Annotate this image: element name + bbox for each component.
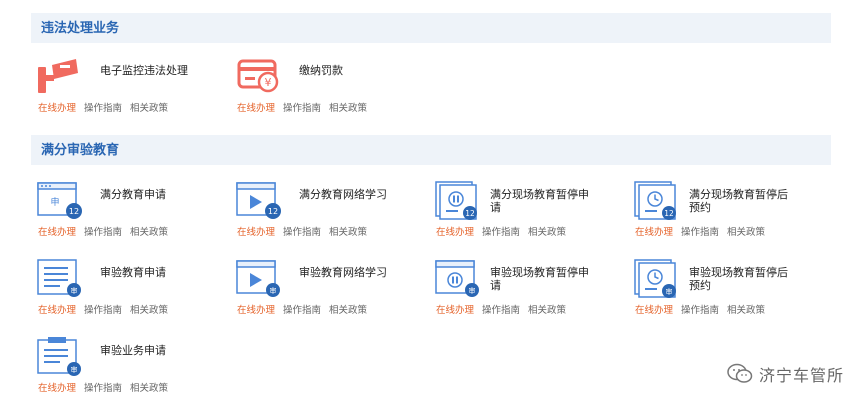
- service-item-full-score-pause-application[interactable]: 12 满分现场教育暂停申请 在线办理 操作指南 相关政策: [432, 181, 622, 241]
- badge-review: 审: [666, 287, 673, 296]
- related-policy-link[interactable]: 相关政策: [130, 227, 168, 238]
- service-item-review-pause-appointment[interactable]: 审 审验现场教育暂停后预约 在线办理 操作指南 相关政策: [631, 259, 821, 319]
- badge-12: 12: [664, 209, 674, 218]
- online-process-link[interactable]: 在线办理: [38, 103, 76, 114]
- operation-guide-link[interactable]: 操作指南: [482, 305, 520, 316]
- online-process-link[interactable]: 在线办理: [38, 305, 76, 316]
- online-process-link[interactable]: 在线办理: [237, 103, 275, 114]
- operation-guide-link[interactable]: 操作指南: [283, 305, 321, 316]
- operation-guide-link[interactable]: 操作指南: [84, 383, 122, 394]
- badge-12: 12: [69, 207, 79, 216]
- pause-icon: 12: [435, 181, 477, 220]
- online-process-link[interactable]: 在线办理: [38, 383, 76, 394]
- operation-guide-link[interactable]: 操作指南: [84, 103, 122, 114]
- section-title: 违法处理业务: [41, 20, 120, 35]
- service-item-full-score-application[interactable]: 申 12 满分教育申请 在线办理 操作指南 相关政策: [34, 181, 224, 241]
- service-item-pay-fine[interactable]: ¥ 缴纳罚款 在线办理 操作指南 相关政策: [233, 57, 423, 117]
- service-title: 审验现场教育暂停后预约: [689, 267, 788, 292]
- online-process-link[interactable]: 在线办理: [38, 227, 76, 238]
- online-process-link[interactable]: 在线办理: [237, 227, 275, 238]
- service-title: 满分现场教育暂停申请: [490, 189, 589, 214]
- badge-12: 12: [465, 209, 475, 218]
- related-policy-link[interactable]: 相关政策: [727, 227, 765, 238]
- related-policy-link[interactable]: 相关政策: [130, 305, 168, 316]
- clipboard-icon: 审: [37, 337, 81, 376]
- operation-guide-link[interactable]: 操作指南: [84, 305, 122, 316]
- related-policy-link[interactable]: 相关政策: [727, 305, 765, 316]
- badge-review: 审: [71, 365, 78, 374]
- section-header-education: 满分审验教育: [31, 135, 831, 165]
- application-window-icon: 申 12: [37, 182, 82, 219]
- service-item-full-score-online-study[interactable]: 12 满分教育网络学习 在线办理 操作指南 相关政策: [233, 181, 423, 241]
- service-title: 满分教育网络学习: [299, 189, 387, 201]
- section-title: 满分审验教育: [41, 142, 120, 157]
- svg-text:¥: ¥: [265, 76, 272, 89]
- document-lines-icon: 审: [37, 259, 81, 297]
- related-policy-link[interactable]: 相关政策: [528, 227, 566, 238]
- service-title: 审验教育申请: [100, 267, 166, 279]
- video-play-icon: 12: [236, 182, 281, 219]
- service-title: 审验现场教育暂停申请: [490, 267, 589, 292]
- badge-review: 审: [469, 286, 476, 295]
- service-item-review-business-application[interactable]: 审 审验业务申请 在线办理 操作指南 相关政策: [34, 337, 224, 397]
- online-process-link[interactable]: 在线办理: [635, 227, 673, 238]
- operation-guide-link[interactable]: 操作指南: [283, 103, 321, 114]
- online-process-link[interactable]: 在线办理: [635, 305, 673, 316]
- watermark-text: 济宁车管所: [758, 368, 844, 385]
- related-policy-link[interactable]: 相关政策: [329, 227, 367, 238]
- video-play-icon: 审: [236, 260, 280, 297]
- operation-guide-link[interactable]: 操作指南: [681, 227, 719, 238]
- service-item-review-pause-application[interactable]: 审 审验现场教育暂停申请 在线办理 操作指南 相关政策: [432, 259, 622, 319]
- pause-icon: 审: [435, 260, 479, 297]
- related-policy-link[interactable]: 相关政策: [130, 383, 168, 394]
- related-policy-link[interactable]: 相关政策: [329, 305, 367, 316]
- service-item-review-education-application[interactable]: 审 审验教育申请 在线办理 操作指南 相关政策: [34, 259, 224, 319]
- clock-icon: 审: [634, 259, 676, 298]
- icon-glyph: 申: [50, 196, 59, 208]
- related-policy-link[interactable]: 相关政策: [329, 103, 367, 114]
- clock-icon: 12: [634, 181, 676, 220]
- online-process-link[interactable]: 在线办理: [436, 305, 474, 316]
- service-item-electronic-monitoring[interactable]: 电子监控违法处理 在线办理 操作指南 相关政策: [34, 57, 224, 117]
- operation-guide-link[interactable]: 操作指南: [84, 227, 122, 238]
- online-process-link[interactable]: 在线办理: [436, 227, 474, 238]
- badge-review: 审: [71, 286, 78, 295]
- related-policy-link[interactable]: 相关政策: [528, 305, 566, 316]
- online-process-link[interactable]: 在线办理: [237, 305, 275, 316]
- section-header-violation: 违法处理业务: [31, 13, 831, 43]
- service-title: 审验教育网络学习: [299, 267, 387, 279]
- badge-12: 12: [268, 207, 278, 216]
- wechat-icon: [727, 363, 753, 383]
- service-title: 审验业务申请: [100, 345, 166, 357]
- badge-review: 审: [270, 286, 277, 295]
- operation-guide-link[interactable]: 操作指南: [681, 305, 719, 316]
- service-title: 满分教育申请: [100, 189, 166, 201]
- camera-icon: [38, 59, 78, 93]
- related-policy-link[interactable]: 相关政策: [130, 103, 168, 114]
- service-title: 电子监控违法处理: [100, 65, 188, 77]
- service-title: 缴纳罚款: [299, 65, 343, 77]
- operation-guide-link[interactable]: 操作指南: [283, 227, 321, 238]
- service-item-review-online-study[interactable]: 审 审验教育网络学习 在线办理 操作指南 相关政策: [233, 259, 423, 319]
- service-item-full-score-pause-appointment[interactable]: 12 满分现场教育暂停后预约 在线办理 操作指南 相关政策: [631, 181, 821, 241]
- payment-card-icon: ¥: [237, 59, 279, 93]
- service-title: 满分现场教育暂停后预约: [689, 189, 788, 214]
- operation-guide-link[interactable]: 操作指南: [482, 227, 520, 238]
- watermark: 济宁车管所: [727, 359, 844, 389]
